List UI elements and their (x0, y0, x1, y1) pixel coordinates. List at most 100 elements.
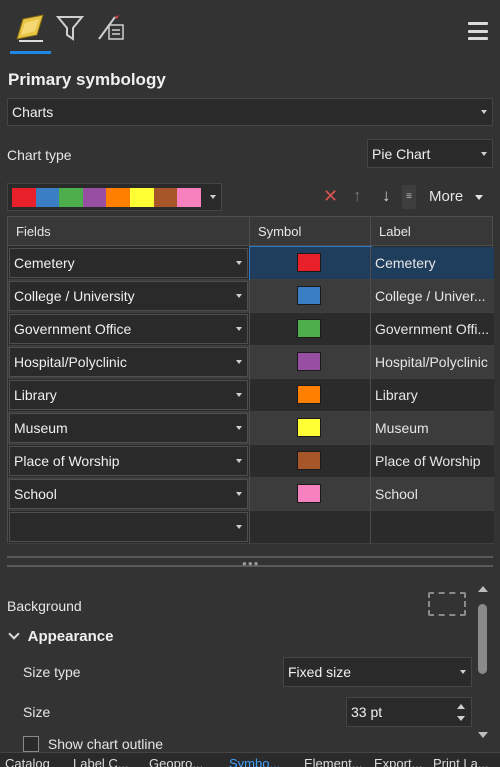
label-cell[interactable]: Museum (371, 412, 494, 445)
label-cell[interactable]: College / Univer... (371, 280, 494, 313)
color-scheme-swatch (82, 188, 107, 207)
header-symbol[interactable]: Symbol (250, 217, 371, 246)
table-row[interactable]: Cemetery Cemetery (8, 246, 494, 281)
chevron-down-icon (236, 393, 242, 397)
size-spinner[interactable]: 33 pt (346, 697, 472, 727)
grid-header: Fields Symbol Label (8, 217, 492, 246)
symbol-swatch[interactable] (297, 253, 321, 272)
tab-label-classes[interactable]: Label C... (73, 756, 129, 767)
size-type-dropdown[interactable]: Fixed size (283, 657, 472, 687)
symbol-layers-icon[interactable] (92, 8, 132, 48)
table-row[interactable]: Hospital/Polyclinic Hospital/Polyclinic (8, 346, 494, 379)
tab-catalog[interactable]: Catalog (5, 756, 50, 767)
spin-up-icon[interactable] (457, 704, 465, 709)
symbol-swatch[interactable] (297, 484, 321, 503)
header-fields[interactable]: Fields (8, 217, 250, 246)
field-cell: Place of Worship (8, 445, 250, 478)
remove-x-icon[interactable]: ✕ (323, 186, 338, 207)
field-dropdown[interactable]: Cemetery (9, 248, 248, 278)
show-outline-label: Show chart outline (47, 736, 164, 752)
field-dropdown[interactable]: College / University (9, 281, 248, 311)
primary-symbology-dropdown[interactable]: Charts (7, 98, 493, 126)
panel-splitter[interactable]: ●●● (7, 556, 493, 568)
background-symbol-icon[interactable] (428, 592, 466, 616)
tab-print-layout[interactable]: Print La... (433, 756, 489, 767)
table-row[interactable]: College / University College / Univer... (8, 280, 494, 313)
vertical-scrollbar[interactable] (474, 582, 492, 745)
field-dropdown[interactable]: Government Office (9, 314, 248, 344)
scroll-up-icon[interactable] (478, 586, 488, 592)
symbol-cell[interactable] (250, 478, 371, 511)
primary-symbology-icon[interactable] (10, 8, 50, 48)
show-outline-checkbox[interactable] (23, 736, 39, 752)
symbol-cell[interactable] (250, 379, 371, 412)
label-cell[interactable] (371, 511, 494, 544)
appearance-header[interactable]: Appearance (8, 628, 114, 645)
field-dropdown[interactable]: Museum (9, 413, 248, 443)
label-text: Place of Worship (375, 453, 481, 469)
symbol-swatch[interactable] (297, 352, 321, 371)
label-cell[interactable]: Government Offi... (371, 313, 494, 346)
table-row[interactable] (8, 511, 494, 544)
field-cell: Government Office (8, 313, 250, 346)
symbol-cell[interactable] (250, 511, 371, 544)
symbol-swatch[interactable] (297, 286, 321, 305)
tab-export[interactable]: Export... (374, 756, 422, 767)
tab-geoprocessing[interactable]: Geopro... (149, 756, 203, 767)
scroll-down-icon[interactable] (478, 732, 488, 738)
label-cell[interactable]: Cemetery (371, 247, 494, 280)
scrollbar-thumb[interactable] (478, 604, 487, 674)
symbol-cell[interactable] (250, 346, 371, 379)
fields-grid: Fields Symbol Label Cemetery Cemetery Coll… (7, 216, 494, 544)
label-text: College / Univer... (375, 288, 486, 304)
field-dropdown[interactable] (9, 512, 248, 542)
color-scheme-swatch (106, 188, 130, 207)
symbol-swatch[interactable] (297, 319, 321, 338)
label-text: School (375, 486, 418, 502)
symbol-cell[interactable] (249, 246, 372, 281)
field-dropdown[interactable]: Library (9, 380, 248, 410)
show-outline-row[interactable]: Show chart outline (23, 735, 223, 752)
spin-down-icon[interactable] (457, 716, 465, 721)
tab-element[interactable]: Element... (304, 756, 363, 767)
hamburger-menu-icon[interactable] (468, 22, 488, 40)
bottom-tabs: Catalog Label C... Geopro... Symbo... El… (0, 752, 500, 767)
sort-icon[interactable]: ≡ (402, 185, 416, 209)
table-row[interactable]: Place of Worship Place of Worship (8, 445, 494, 478)
label-cell[interactable]: School (371, 478, 494, 511)
chevron-down-icon (236, 459, 242, 463)
symbol-cell[interactable] (250, 313, 371, 346)
size-value: 33 pt (351, 704, 383, 720)
chevron-down-icon (236, 492, 242, 496)
symbol-swatch[interactable] (297, 385, 321, 404)
more-button[interactable]: More (429, 188, 484, 205)
table-row[interactable]: Government Office Government Offi... (8, 313, 494, 346)
color-scheme-dropdown[interactable] (7, 183, 222, 211)
label-cell[interactable]: Place of Worship (371, 445, 494, 478)
label-text: Cemetery (375, 255, 436, 271)
move-down-icon[interactable]: ↓ (382, 186, 391, 206)
field-dropdown[interactable]: Hospital/Polyclinic (9, 347, 248, 377)
symbol-swatch[interactable] (297, 418, 321, 437)
symbol-cell[interactable] (250, 412, 371, 445)
vary-symbology-filter-icon[interactable] (50, 8, 90, 48)
label-cell[interactable]: Library (371, 379, 494, 412)
field-dropdown[interactable]: School (9, 479, 248, 509)
table-row[interactable]: Library Library (8, 379, 494, 412)
header-label[interactable]: Label (371, 217, 494, 246)
tab-symbology[interactable]: Symbo... (229, 756, 280, 767)
chart-type-dropdown[interactable]: Pie Chart (367, 139, 493, 168)
caret-down-icon (475, 194, 484, 200)
symbol-cell[interactable] (250, 280, 371, 313)
label-cell[interactable]: Hospital/Polyclinic (371, 346, 494, 379)
table-row[interactable]: Museum Museum (8, 412, 494, 445)
color-scheme-swatch (129, 188, 154, 207)
field-dropdown[interactable]: Place of Worship (9, 446, 248, 476)
symbol-cell[interactable] (250, 445, 371, 478)
chart-type-label: Chart type (7, 147, 72, 163)
table-row[interactable]: School School (8, 478, 494, 511)
color-scheme-swatch (153, 188, 178, 207)
field-cell: College / University (8, 280, 250, 313)
symbol-swatch[interactable] (297, 451, 321, 470)
move-up-icon[interactable]: ↑ (353, 186, 362, 206)
